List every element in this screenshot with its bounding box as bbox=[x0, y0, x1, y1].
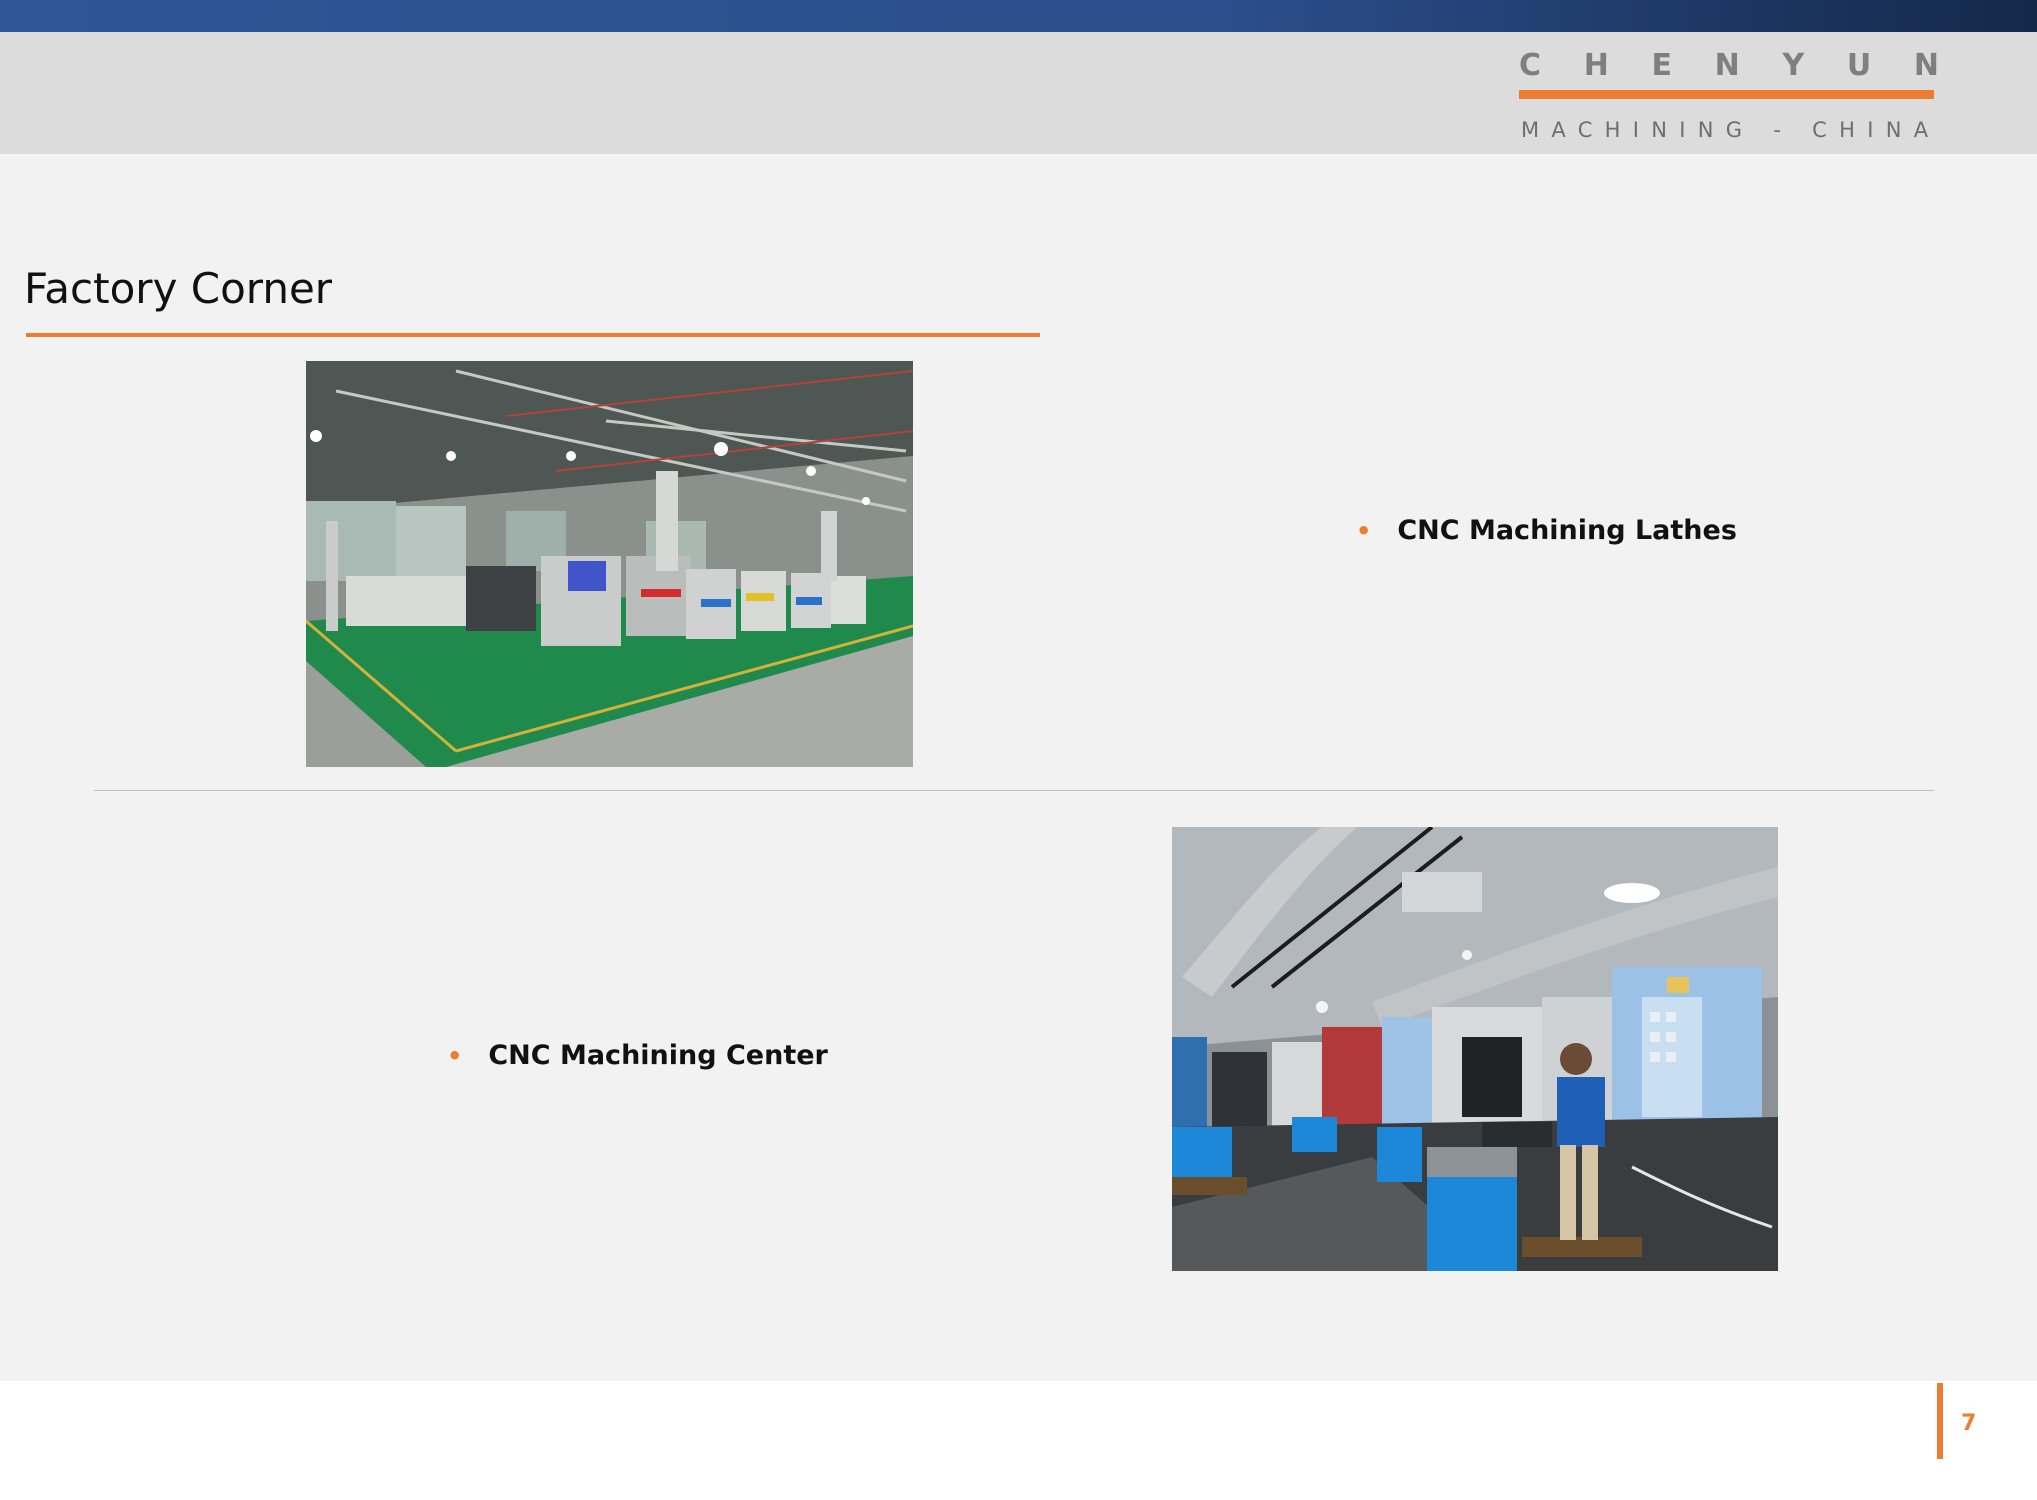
photo-cnc-lathes bbox=[306, 361, 913, 767]
bullet-label: CNC Machining Center bbox=[488, 1040, 828, 1071]
brand-logo: C H E N Y U N MACHINING - CHINA bbox=[1519, 48, 1939, 148]
bullet-dot-icon: • bbox=[447, 1041, 463, 1070]
brand-letter: E bbox=[1651, 48, 1672, 83]
bullet-dot-icon: • bbox=[1356, 516, 1372, 545]
brand-letter: C bbox=[1519, 48, 1542, 83]
brand-letter: N bbox=[1913, 48, 1939, 83]
page-title: Factory Corner bbox=[24, 264, 333, 313]
bullet-item: • CNC Machining Lathes bbox=[1356, 515, 1737, 546]
brand-letter: U bbox=[1846, 48, 1872, 83]
brand-subtitle: MACHINING - CHINA bbox=[1521, 118, 1941, 142]
bullet-label: CNC Machining Lathes bbox=[1397, 515, 1737, 546]
brand-letter: N bbox=[1714, 48, 1740, 83]
photo-cnc-machining-center bbox=[1172, 827, 1778, 1271]
page-number: 7 bbox=[1961, 1411, 1977, 1436]
brand-name: C H E N Y U N bbox=[1519, 48, 1939, 83]
bullet-item: • CNC Machining Center bbox=[447, 1040, 828, 1071]
page-number-marker bbox=[1937, 1383, 1943, 1459]
brand-letter: H bbox=[1583, 48, 1609, 83]
section-divider bbox=[94, 790, 1934, 791]
top-accent-bar bbox=[0, 0, 2037, 32]
brand-underline bbox=[1519, 90, 1934, 99]
brand-letter: Y bbox=[1782, 48, 1805, 83]
title-underline bbox=[26, 333, 1040, 337]
